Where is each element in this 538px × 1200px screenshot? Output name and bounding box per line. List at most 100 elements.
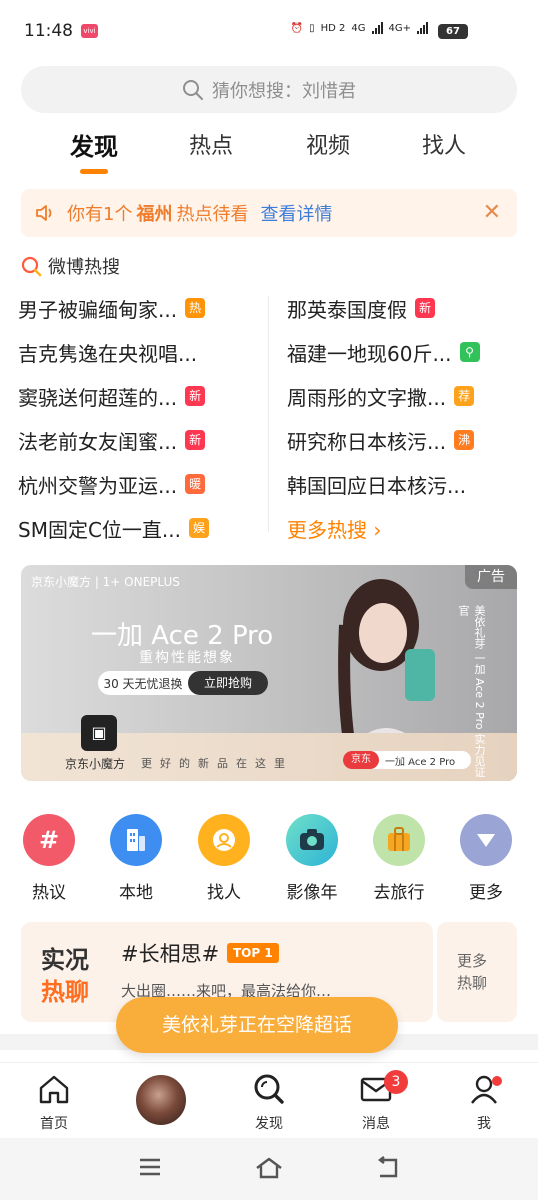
hot-search-item[interactable]: SM固定C位一直... 娱: [18, 506, 209, 550]
notice-suffix: 热点待看: [176, 204, 249, 225]
hot-search-item[interactable]: 男子被骗缅甸家... 热: [18, 286, 209, 330]
tab-find-people[interactable]: 找人: [404, 128, 484, 160]
person-search-icon: [198, 814, 250, 866]
home-icon: [39, 1075, 69, 1104]
active-tab-indicator: [80, 169, 108, 174]
hot-search-item[interactable]: 吉克隽逸在央视唱...: [18, 330, 209, 374]
banner-slogan: 更好的新品在这里: [141, 757, 293, 770]
hot-search-header[interactable]: 微博热搜: [20, 253, 120, 279]
new-badge: 新: [185, 430, 206, 450]
hot-search-text: 法老前女友闺蜜...: [18, 429, 178, 454]
hd-network: HD 2: [320, 22, 346, 34]
vibrate-icon: ▯: [309, 22, 315, 34]
nav-messages-label: 消息: [362, 1116, 390, 1132]
menu-icon[interactable]: [138, 1156, 162, 1178]
tab-video[interactable]: 视频: [288, 128, 368, 160]
quick-entry-travel[interactable]: 去旅行: [364, 814, 434, 903]
ad-banner[interactable]: 广告 京东小魔方 | 1+ ONEPLUS 一加 Ace 2 Pro 重构性能想…: [21, 565, 517, 781]
live-chat-title-2: 热聊: [41, 978, 89, 1006]
camera-icon: [286, 814, 338, 866]
system-navigation-bar: [0, 1138, 538, 1200]
quick-entry-more[interactable]: 更多: [451, 814, 521, 903]
quick-entry-label: 热议: [32, 883, 66, 903]
jd-cube-logo-text: 京东小魔方: [65, 757, 126, 771]
status-icons: ⏰ ▯ HD 2 4G 4G+: [291, 22, 428, 34]
chevron-down-icon: [460, 814, 512, 866]
tab-discover[interactable]: 发现: [54, 127, 134, 162]
hot-search-item[interactable]: 研究称日本核污... 沸: [287, 418, 480, 462]
buy-now-button[interactable]: 立即抢购: [188, 671, 268, 695]
signal-icon-2: [417, 22, 428, 34]
quick-entry-label: 更多: [469, 883, 503, 903]
quick-entry-find-people[interactable]: 找人: [189, 814, 259, 903]
notification-dot: [492, 1076, 502, 1086]
tab-hot[interactable]: 热点: [171, 128, 251, 160]
boiling-badge: 沸: [454, 430, 475, 450]
back-icon[interactable]: [374, 1156, 402, 1180]
battery-indicator: 67: [438, 24, 468, 39]
live-avatar-button[interactable]: [134, 1073, 188, 1127]
new-badge: 新: [415, 298, 435, 318]
jd-tag: 京东: [343, 751, 379, 769]
close-icon[interactable]: ✕: [483, 200, 501, 225]
hot-search-item[interactable]: 那英泰国度假新: [287, 286, 480, 330]
nav-discover[interactable]: 发现: [237, 1073, 301, 1133]
quick-entry-label: 本地: [119, 883, 153, 903]
top-rank-badge: TOP 1: [227, 943, 279, 963]
signal-icon: [371, 22, 383, 34]
search-icon: [183, 79, 203, 100]
status-time: 11:48: [24, 21, 73, 41]
hot-search-item[interactable]: 杭州交警为亚运... 暖: [18, 462, 209, 506]
quick-entry-label: 找人: [207, 883, 241, 903]
nav-discover-label: 发现: [255, 1116, 283, 1132]
nav-home-label: 首页: [40, 1116, 68, 1132]
notice-detail-link[interactable]: 查看详情: [260, 200, 332, 226]
notice-city: 福州: [136, 204, 173, 225]
bottom-navigation: 首页 发现 消息 3 我: [0, 1062, 538, 1138]
hot-search-text: 周雨彤的文字撒...: [287, 385, 447, 410]
recommend-badge: 荐: [454, 386, 475, 406]
hot-search-item[interactable]: 法老前女友闺蜜... 新: [18, 418, 209, 462]
warm-badge: 暖: [185, 474, 206, 494]
more-live-chat-line-2: 热聊: [457, 974, 488, 992]
discover-icon: [254, 1074, 284, 1104]
hot-search-right-column: 那英泰国度假新 福建一地现60斤... ⚲ 周雨彤的文字撒... 荐 研究称日本核污…: [287, 286, 480, 550]
super-topic-toast[interactable]: 美依礼芽正在空降超话: [116, 997, 398, 1053]
hot-search-item[interactable]: 韩国回应日本核污...: [287, 462, 480, 506]
carousel-dots: [397, 755, 422, 760]
nav-me[interactable]: 我: [452, 1073, 516, 1133]
more-live-chat-button[interactable]: 更多 热聊: [437, 922, 517, 1022]
suitcase-icon: [373, 814, 425, 866]
quick-entry-image-year[interactable]: 影像年: [277, 814, 347, 903]
hot-search-item[interactable]: 窦骁送何超莲的... 新: [18, 374, 209, 418]
hot-notice-bar[interactable]: 你有1个 福州 热点待看 查看详情 ✕: [21, 189, 517, 237]
return-policy-text: 30 天无忧退换: [103, 676, 183, 691]
network-4g: 4G: [351, 22, 366, 34]
hot-search-text: 韩国回应日本核污...: [287, 473, 467, 498]
entertainment-badge: 娱: [189, 518, 209, 538]
quick-entry-local[interactable]: 本地: [101, 814, 171, 903]
hot-search-text: SM固定C位一直...: [18, 517, 181, 542]
live-chat-title-1: 实况: [41, 946, 89, 974]
system-home-icon[interactable]: [254, 1156, 284, 1180]
hot-search-item[interactable]: 福建一地现60斤... ⚲: [287, 330, 480, 374]
hot-badge: 热: [185, 298, 206, 318]
location-pin-icon: ⚲: [459, 342, 480, 362]
hot-search-text: 杭州交警为亚运...: [18, 473, 178, 498]
search-input[interactable]: 猜你想搜：刘惜君: [21, 66, 517, 113]
jd-cube-logo: ▣: [81, 715, 117, 751]
new-badge: 新: [185, 386, 206, 406]
hot-search-item[interactable]: 周雨彤的文字撒... 荐: [287, 374, 480, 418]
banner-cta[interactable]: 30 天无忧退换 立即抢购: [98, 671, 268, 695]
live-chat-topic: #长相思#: [121, 942, 220, 966]
more-live-chat-line-1: 更多: [457, 952, 488, 970]
quick-entries: # 热议 本地 找人 影像年 去旅行 更多: [0, 814, 538, 904]
hot-search-title: 微博热搜: [48, 257, 120, 278]
notice-prefix: 你有1个: [67, 204, 133, 225]
quick-entry-topics[interactable]: # 热议: [14, 814, 84, 903]
search-placeholder: 猜你想搜：刘惜君: [212, 80, 356, 102]
message-count-badge: 3: [384, 1070, 408, 1094]
hot-search-divider: [268, 296, 269, 532]
nav-home[interactable]: 首页: [22, 1073, 86, 1133]
more-hot-search-link[interactable]: 更多热搜 ›: [287, 506, 480, 550]
